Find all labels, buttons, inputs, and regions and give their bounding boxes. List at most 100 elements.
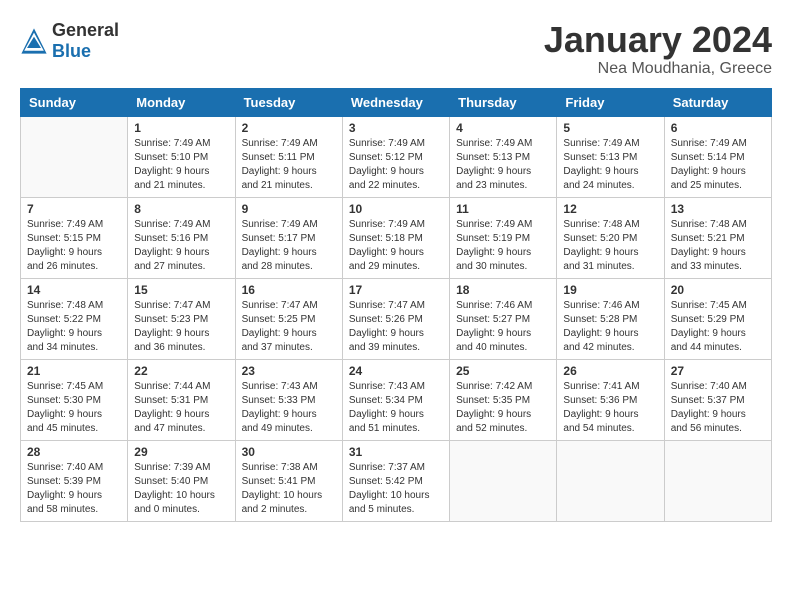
calendar-day-cell: 17 Sunrise: 7:47 AMSunset: 5:26 PMDayligh… — [342, 278, 449, 359]
day-number: 24 — [349, 364, 443, 378]
logo-general-text: General — [52, 20, 119, 40]
day-number: 18 — [456, 283, 550, 297]
day-sun-info: Sunrise: 7:43 AMSunset: 5:33 PMDaylight:… — [242, 380, 336, 436]
day-number: 26 — [563, 364, 657, 378]
calendar-day-cell: 14 Sunrise: 7:48 AMSunset: 5:22 PMDayligh… — [21, 278, 128, 359]
calendar-day-cell: 28Sunrise: 7:40 AMSunset: 5:39 PMDayligh… — [21, 440, 128, 521]
calendar-day-cell: 24Sunrise: 7:43 AMSunset: 5:34 PMDayligh… — [342, 359, 449, 440]
day-number: 15 — [134, 283, 228, 297]
calendar-day-cell: 6 Sunrise: 7:49 AMSunset: 5:14 PMDaylight… — [664, 116, 771, 197]
day-number: 30 — [242, 445, 336, 459]
calendar-day-cell: 30 Sunrise: 7:38 AMSunset: 5:41 PMDayligh… — [235, 440, 342, 521]
day-sun-info: Sunrise: 7:40 AMSunset: 5:39 PMDaylight:… — [27, 461, 121, 517]
day-sun-info: Sunrise: 7:45 AMSunset: 5:30 PMDaylight:… — [27, 380, 121, 436]
day-number: 4 — [456, 121, 550, 135]
weekday-header-friday: Friday — [557, 88, 664, 116]
calendar-day-cell: 19 Sunrise: 7:46 AMSunset: 5:28 PMDayligh… — [557, 278, 664, 359]
day-sun-info: Sunrise: 7:37 AMSunset: 5:42 PMDaylight:… — [349, 461, 443, 517]
calendar-day-cell: 1 Sunrise: 7:49 AMSunset: 5:10 PMDaylight… — [128, 116, 235, 197]
day-sun-info: Sunrise: 7:49 AMSunset: 5:14 PMDaylight:… — [671, 137, 765, 193]
calendar-day-cell: 15Sunrise: 7:47 AMSunset: 5:23 PMDayligh… — [128, 278, 235, 359]
logo: General Blue — [20, 20, 119, 62]
day-sun-info: Sunrise: 7:49 AMSunset: 5:18 PMDaylight:… — [349, 218, 443, 274]
day-number: 31 — [349, 445, 443, 459]
calendar-day-cell: 7Sunrise: 7:49 AMSunset: 5:15 PMDaylight… — [21, 197, 128, 278]
calendar-day-cell: 9Sunrise: 7:49 AMSunset: 5:17 PMDaylight… — [235, 197, 342, 278]
calendar-day-cell: 23Sunrise: 7:43 AMSunset: 5:33 PMDayligh… — [235, 359, 342, 440]
calendar-day-cell — [21, 116, 128, 197]
day-number: 11 — [456, 202, 550, 216]
day-number: 27 — [671, 364, 765, 378]
day-number: 6 — [671, 121, 765, 135]
calendar-week-row: 14 Sunrise: 7:48 AMSunset: 5:22 PMDayligh… — [21, 278, 772, 359]
calendar-day-cell: 29Sunrise: 7:39 AMSunset: 5:40 PMDayligh… — [128, 440, 235, 521]
weekday-header-thursday: Thursday — [450, 88, 557, 116]
weekday-header-tuesday: Tuesday — [235, 88, 342, 116]
calendar-day-cell: 27 Sunrise: 7:40 AMSunset: 5:37 PMDayligh… — [664, 359, 771, 440]
day-sun-info: Sunrise: 7:38 AMSunset: 5:41 PMDaylight:… — [242, 461, 336, 517]
calendar-day-cell — [450, 440, 557, 521]
day-sun-info: Sunrise: 7:42 AMSunset: 5:35 PMDaylight:… — [456, 380, 550, 436]
weekday-header-monday: Monday — [128, 88, 235, 116]
page-header: General Blue January 2024 Nea Moudhania,… — [20, 20, 772, 78]
calendar-day-cell: 26 Sunrise: 7:41 AMSunset: 5:36 PMDayligh… — [557, 359, 664, 440]
calendar-day-cell: 16 Sunrise: 7:47 AMSunset: 5:25 PMDayligh… — [235, 278, 342, 359]
day-sun-info: Sunrise: 7:47 AMSunset: 5:25 PMDaylight:… — [242, 299, 336, 355]
calendar-day-cell: 8 Sunrise: 7:49 AMSunset: 5:16 PMDaylight… — [128, 197, 235, 278]
weekday-header-sunday: Sunday — [21, 88, 128, 116]
day-sun-info: Sunrise: 7:40 AMSunset: 5:37 PMDaylight:… — [671, 380, 765, 436]
month-title: January 2024 — [544, 20, 772, 60]
day-number: 17 — [349, 283, 443, 297]
calendar-day-cell: 11 Sunrise: 7:49 AMSunset: 5:19 PMDayligh… — [450, 197, 557, 278]
logo-icon — [20, 27, 48, 55]
calendar-day-cell: 20Sunrise: 7:45 AMSunset: 5:29 PMDayligh… — [664, 278, 771, 359]
day-sun-info: Sunrise: 7:47 AMSunset: 5:26 PMDaylight:… — [349, 299, 443, 355]
calendar-day-cell: 4 Sunrise: 7:49 AMSunset: 5:13 PMDaylight… — [450, 116, 557, 197]
day-number: 29 — [134, 445, 228, 459]
day-number: 12 — [563, 202, 657, 216]
day-number: 2 — [242, 121, 336, 135]
day-sun-info: Sunrise: 7:49 AMSunset: 5:10 PMDaylight:… — [134, 137, 228, 193]
calendar-day-cell: 2 Sunrise: 7:49 AMSunset: 5:11 PMDaylight… — [235, 116, 342, 197]
calendar-day-cell: 22 Sunrise: 7:44 AMSunset: 5:31 PMDayligh… — [128, 359, 235, 440]
calendar-week-row: 1 Sunrise: 7:49 AMSunset: 5:10 PMDaylight… — [21, 116, 772, 197]
calendar-day-cell — [557, 440, 664, 521]
day-sun-info: Sunrise: 7:49 AMSunset: 5:12 PMDaylight:… — [349, 137, 443, 193]
day-number: 5 — [563, 121, 657, 135]
day-sun-info: Sunrise: 7:49 AMSunset: 5:11 PMDaylight:… — [242, 137, 336, 193]
calendar-day-cell: 21 Sunrise: 7:45 AMSunset: 5:30 PMDayligh… — [21, 359, 128, 440]
day-number: 22 — [134, 364, 228, 378]
calendar-day-cell: 25 Sunrise: 7:42 AMSunset: 5:35 PMDayligh… — [450, 359, 557, 440]
day-sun-info: Sunrise: 7:49 AMSunset: 5:13 PMDaylight:… — [456, 137, 550, 193]
day-number: 3 — [349, 121, 443, 135]
day-number: 7 — [27, 202, 121, 216]
day-number: 21 — [27, 364, 121, 378]
location-title: Nea Moudhania, Greece — [544, 60, 772, 78]
day-number: 10 — [349, 202, 443, 216]
day-number: 19 — [563, 283, 657, 297]
calendar-table: SundayMondayTuesdayWednesdayThursdayFrid… — [20, 88, 772, 522]
day-number: 1 — [134, 121, 228, 135]
day-number: 14 — [27, 283, 121, 297]
calendar-day-cell: 18 Sunrise: 7:46 AMSunset: 5:27 PMDayligh… — [450, 278, 557, 359]
day-number: 16 — [242, 283, 336, 297]
calendar-day-cell — [664, 440, 771, 521]
day-number: 20 — [671, 283, 765, 297]
day-sun-info: Sunrise: 7:49 AMSunset: 5:16 PMDaylight:… — [134, 218, 228, 274]
day-sun-info: Sunrise: 7:49 AMSunset: 5:19 PMDaylight:… — [456, 218, 550, 274]
day-sun-info: Sunrise: 7:46 AMSunset: 5:27 PMDaylight:… — [456, 299, 550, 355]
day-sun-info: Sunrise: 7:48 AMSunset: 5:21 PMDaylight:… — [671, 218, 765, 274]
day-sun-info: Sunrise: 7:48 AMSunset: 5:22 PMDaylight:… — [27, 299, 121, 355]
weekday-header-wednesday: Wednesday — [342, 88, 449, 116]
day-number: 25 — [456, 364, 550, 378]
day-sun-info: Sunrise: 7:44 AMSunset: 5:31 PMDaylight:… — [134, 380, 228, 436]
calendar-week-row: 21 Sunrise: 7:45 AMSunset: 5:30 PMDayligh… — [21, 359, 772, 440]
day-sun-info: Sunrise: 7:41 AMSunset: 5:36 PMDaylight:… — [563, 380, 657, 436]
day-number: 8 — [134, 202, 228, 216]
day-sun-info: Sunrise: 7:46 AMSunset: 5:28 PMDaylight:… — [563, 299, 657, 355]
calendar-day-cell: 12Sunrise: 7:48 AMSunset: 5:20 PMDayligh… — [557, 197, 664, 278]
calendar-week-row: 7Sunrise: 7:49 AMSunset: 5:15 PMDaylight… — [21, 197, 772, 278]
calendar-day-cell: 13Sunrise: 7:48 AMSunset: 5:21 PMDayligh… — [664, 197, 771, 278]
day-number: 9 — [242, 202, 336, 216]
weekday-header-saturday: Saturday — [664, 88, 771, 116]
